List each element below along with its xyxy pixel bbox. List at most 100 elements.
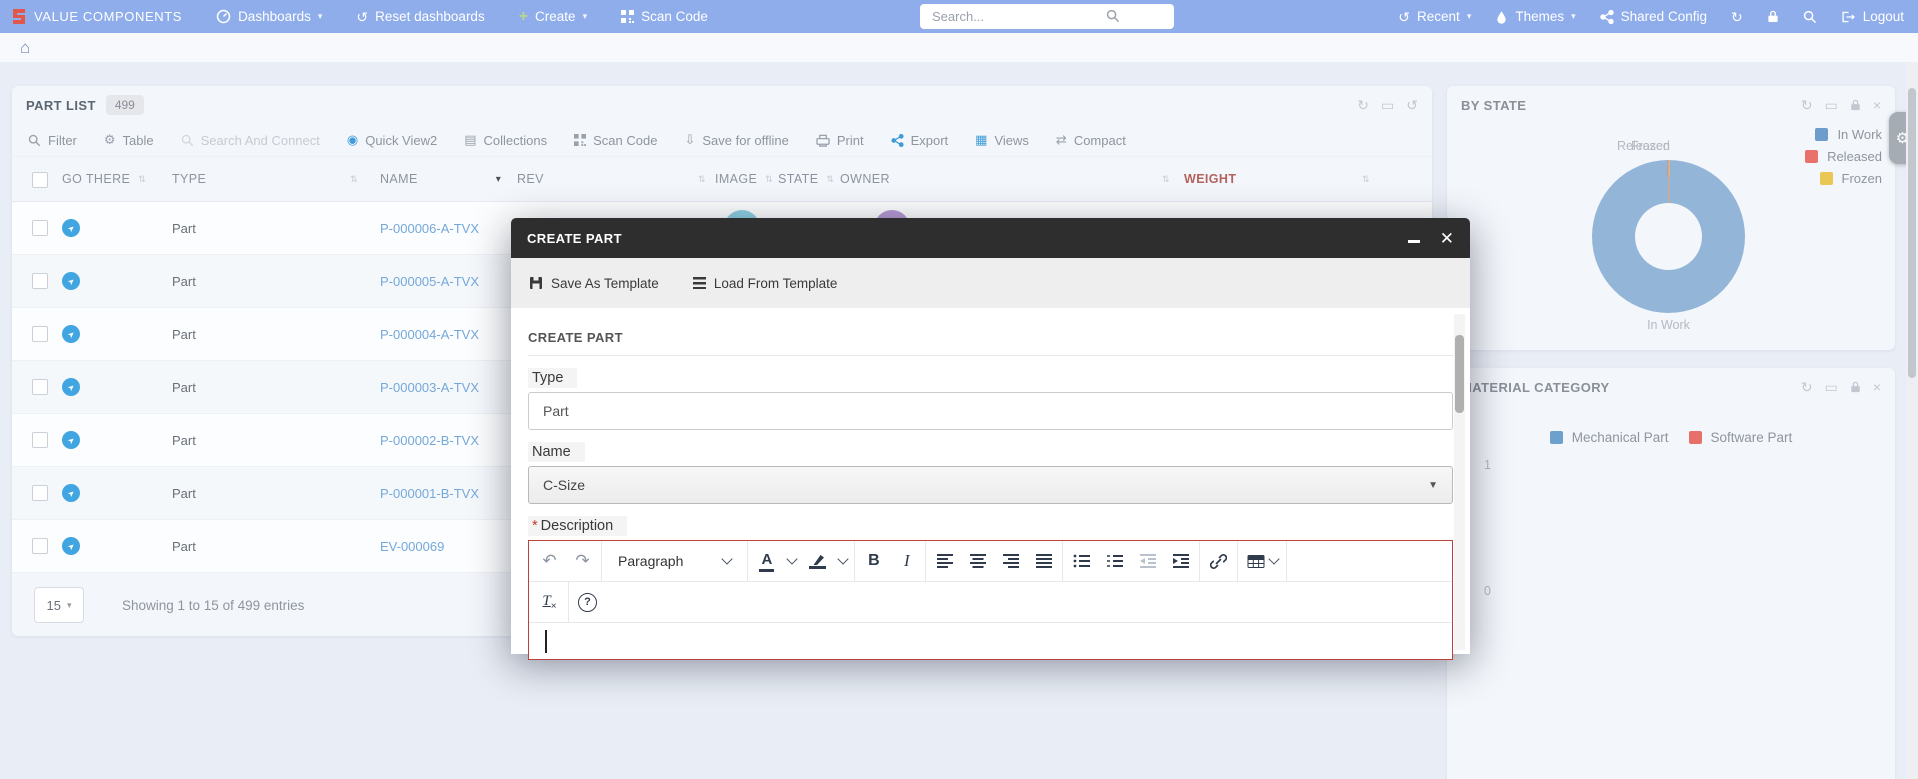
column-header-weight[interactable]: WEIGHT <box>1184 157 1236 201</box>
sort-icon[interactable]: ⇅ <box>1362 157 1370 201</box>
indent-button[interactable] <box>1164 541 1197 581</box>
lock-icon[interactable] <box>1850 381 1861 393</box>
window-icon[interactable]: ▭ <box>1381 97 1394 114</box>
align-center-button[interactable] <box>961 541 994 581</box>
go-there-icon[interactable]: ➤ <box>62 325 80 343</box>
redo-icon[interactable]: ↷ <box>566 541 599 581</box>
nav-scan-code[interactable]: Scan Code <box>621 9 708 24</box>
search-icon[interactable] <box>1803 10 1817 24</box>
collections-button[interactable]: ▤ Collections <box>464 132 547 148</box>
chevron-down-icon[interactable] <box>834 541 852 581</box>
go-there-icon[interactable]: ➤ <box>62 378 80 396</box>
name-link[interactable]: P-000006-A-TVX <box>380 202 479 254</box>
name-select[interactable]: C-Size ▼ <box>528 466 1453 504</box>
sort-icon[interactable]: ⇅ <box>765 174 773 185</box>
legend-item-released[interactable]: Released <box>1805 149 1882 164</box>
highlight-color-button[interactable] <box>801 541 834 581</box>
insert-table-button[interactable] <box>1240 541 1284 581</box>
refresh-icon[interactable]: ↻ <box>1357 97 1369 114</box>
lock-icon[interactable] <box>1767 10 1779 23</box>
scrollbar-thumb[interactable] <box>1455 335 1464 413</box>
clear-formatting-button[interactable]: T× <box>533 582 566 622</box>
quick-view-button[interactable]: ◉ Quick View2 <box>347 132 437 148</box>
name-link[interactable]: EV-000069 <box>380 520 444 572</box>
window-icon[interactable]: ▭ <box>1825 97 1838 114</box>
undo-icon[interactable]: ↺ <box>1406 97 1418 114</box>
name-link[interactable]: P-000004-A-TVX <box>380 308 479 360</box>
undo-icon[interactable]: ↶ <box>533 541 566 581</box>
nav-shared-config[interactable]: Shared Config <box>1600 9 1707 24</box>
numbered-list-button[interactable] <box>1098 541 1131 581</box>
go-there-icon[interactable]: ➤ <box>62 219 80 237</box>
select-all-checkbox[interactable] <box>32 172 48 188</box>
row-checkbox[interactable] <box>32 326 48 342</box>
scan-code-button[interactable]: Scan Code <box>574 133 657 148</box>
column-header-rev[interactable]: REV <box>517 157 544 201</box>
bold-button[interactable]: B <box>857 541 890 581</box>
print-button[interactable]: Print <box>816 133 864 148</box>
window-icon[interactable]: ▭ <box>1825 379 1838 396</box>
row-checkbox[interactable] <box>32 538 48 554</box>
search-icon[interactable] <box>1106 9 1120 23</box>
column-header-type[interactable]: TYPE <box>172 157 206 201</box>
table-settings-button[interactable]: ⚙ Table <box>104 132 154 148</box>
refresh-icon[interactable]: ↻ <box>1801 97 1813 114</box>
go-there-icon[interactable]: ➤ <box>62 537 80 555</box>
row-checkbox[interactable] <box>32 273 48 289</box>
export-button[interactable]: Export <box>891 133 949 148</box>
go-there-icon[interactable]: ➤ <box>62 431 80 449</box>
legend-item-frozen[interactable]: Frozen <box>1820 171 1882 186</box>
bullet-list-button[interactable] <box>1065 541 1098 581</box>
sort-icon[interactable]: ⇅ <box>826 174 834 185</box>
paragraph-style-dropdown[interactable]: Paragraph <box>604 553 745 569</box>
sort-icon[interactable]: ⇅ <box>698 157 706 201</box>
nav-themes[interactable]: Themes▾ <box>1495 9 1575 24</box>
row-checkbox[interactable] <box>32 485 48 501</box>
close-icon[interactable]: × <box>1873 97 1881 114</box>
nav-dashboards[interactable]: Dashboards▾ <box>216 9 322 24</box>
align-left-button[interactable] <box>928 541 961 581</box>
sort-icon[interactable]: ⇅ <box>138 174 146 185</box>
column-header-state[interactable]: STATE⇅ <box>778 157 834 201</box>
modal-header[interactable]: CREATE PART ✕ <box>511 218 1470 258</box>
refresh-icon[interactable]: ↻ <box>1801 379 1813 396</box>
scrollbar-thumb[interactable] <box>1908 88 1916 378</box>
help-button[interactable]: ? <box>571 582 604 622</box>
views-button[interactable]: ▦ Views <box>975 132 1029 148</box>
sort-icon[interactable]: ⇅ <box>350 157 358 201</box>
nav-recent[interactable]: ↺ Recent▾ <box>1398 9 1471 24</box>
nav-reset-dashboards[interactable]: ↺ Reset dashboards <box>356 9 484 24</box>
legend-item-mechanical-part[interactable]: Mechanical Part <box>1550 430 1669 445</box>
nav-logout[interactable]: Logout <box>1841 9 1904 24</box>
nav-create[interactable]: + Create▾ <box>519 9 587 25</box>
align-right-button[interactable] <box>994 541 1027 581</box>
load-from-template-button[interactable]: Load From Template <box>693 276 838 291</box>
name-link[interactable]: P-000003-A-TVX <box>380 361 479 413</box>
legend-item-in-work[interactable]: In Work <box>1815 127 1882 142</box>
name-link[interactable]: P-000002-B-TVX <box>380 414 479 466</box>
row-checkbox[interactable] <box>32 379 48 395</box>
home-icon[interactable]: ⌂ <box>20 38 30 58</box>
column-header-name[interactable]: NAME▾ <box>380 157 501 201</box>
column-header-owner[interactable]: OWNER <box>840 157 890 201</box>
modal-scrollbar[interactable] <box>1454 314 1465 650</box>
text-color-button[interactable]: A <box>750 541 783 581</box>
column-header-go-there[interactable]: GO THERE⇅ <box>62 157 146 201</box>
editor-content-area[interactable] <box>529 623 1452 659</box>
close-icon[interactable]: ✕ <box>1440 230 1454 247</box>
filter-button[interactable]: Filter <box>28 133 77 148</box>
link-button[interactable] <box>1202 541 1235 581</box>
lock-icon[interactable] <box>1850 99 1861 111</box>
type-input[interactable] <box>528 392 1453 430</box>
italic-button[interactable]: I <box>890 541 923 581</box>
justify-button[interactable] <box>1027 541 1060 581</box>
go-there-icon[interactable]: ➤ <box>62 484 80 502</box>
go-there-icon[interactable]: ➤ <box>62 272 80 290</box>
global-search-input[interactable] <box>920 4 1174 29</box>
sort-icon[interactable]: ⇅ <box>1162 157 1170 201</box>
minimize-icon[interactable] <box>1408 240 1420 243</box>
sort-desc-icon[interactable]: ▾ <box>496 174 501 185</box>
name-link[interactable]: P-000005-A-TVX <box>380 255 479 307</box>
page-scrollbar[interactable] <box>1906 62 1918 779</box>
chevron-down-icon[interactable] <box>783 541 801 581</box>
